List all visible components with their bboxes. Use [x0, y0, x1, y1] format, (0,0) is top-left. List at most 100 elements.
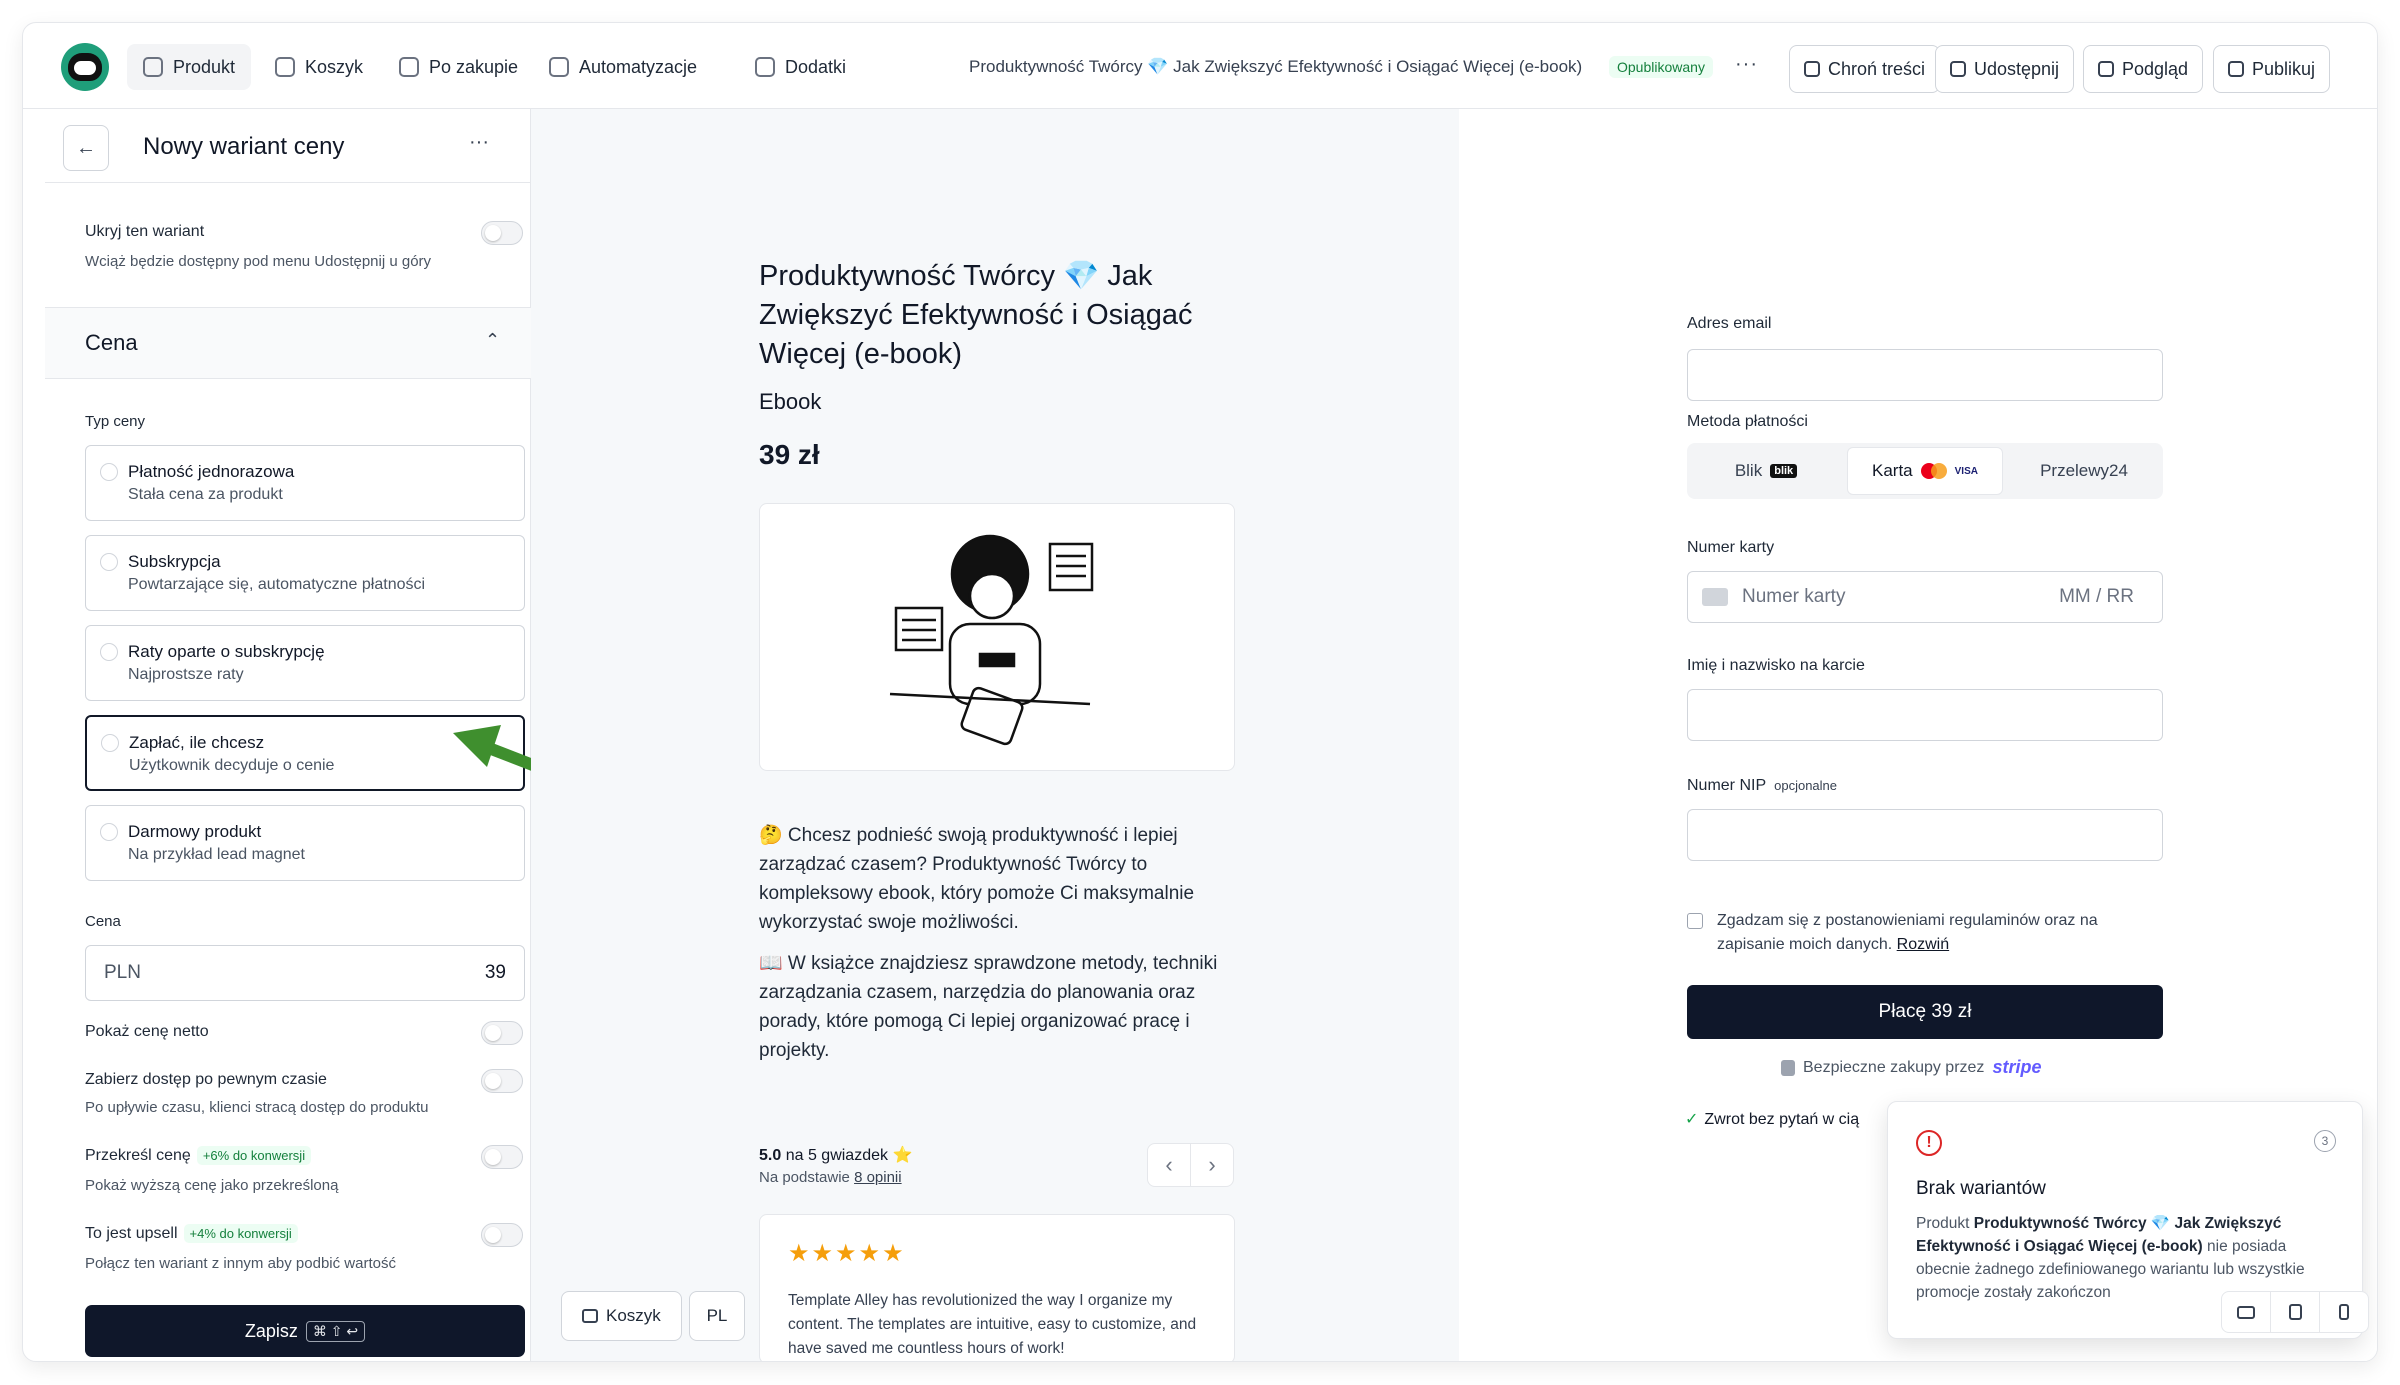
- upsell-row: To jest upsell +4% do konwersji: [85, 1224, 298, 1243]
- strike-price-sub: Pokaż wyższą cenę jako przekreśloną: [85, 1177, 339, 1194]
- tab-po-zakupie[interactable]: Po zakupie: [383, 44, 534, 90]
- strike-price-toggle[interactable]: [481, 1145, 523, 1169]
- price-type-installments[interactable]: Raty oparte o subskrypcję Najprostsze rat…: [85, 625, 525, 701]
- consent-checkbox[interactable]: [1687, 913, 1703, 929]
- nip-field[interactable]: [1687, 809, 2163, 861]
- net-price-toggle[interactable]: [481, 1021, 523, 1045]
- lock-icon: [1781, 1059, 1795, 1076]
- cart-icon: [582, 1309, 598, 1323]
- box-icon: [143, 57, 163, 77]
- pay-button[interactable]: Płacę 39 zł: [1687, 985, 2163, 1039]
- radio-icon: [100, 553, 118, 571]
- hide-variant-label: Ukryj ten wariant: [85, 223, 205, 240]
- hide-variant-sub: Wciąż będzie dostępny pod menu Udostępni…: [85, 253, 432, 270]
- revoke-access-sub: Po upływie czasu, klienci stracą dostęp …: [85, 1099, 429, 1116]
- tab-koszyk[interactable]: Koszyk: [259, 44, 379, 90]
- cart-icon: [275, 57, 295, 77]
- price-input[interactable]: PLN 39: [85, 945, 525, 1001]
- conversion-badge: +4% do konwersji: [183, 1224, 298, 1243]
- panel-more-button[interactable]: ···: [469, 131, 489, 154]
- visa-icon: VISA: [1954, 465, 1978, 477]
- nip-label: Numer NIP: [1687, 777, 1767, 794]
- price-type-one-time[interactable]: Płatność jednorazowa Stała cena za produk…: [85, 445, 525, 521]
- panel-header: ← Nowy wariant ceny ···: [45, 109, 530, 183]
- tab-dodatki[interactable]: Dodatki: [739, 44, 862, 90]
- check-icon: ✓: [1685, 1111, 1699, 1128]
- payment-method-tabs: Blik blik Karta VISA Przelewy24: [1687, 443, 2163, 499]
- preview-description-1: 🤔 Chcesz podnieść swoją produktywność i …: [759, 825, 1195, 933]
- rating-source: Na podstawie 8 opinii: [759, 1169, 902, 1186]
- revoke-access-label: Zabierz dostęp po pewnym czasie: [85, 1071, 327, 1088]
- hide-variant-toggle[interactable]: [481, 221, 523, 245]
- save-button[interactable]: Zapisz ⌘ ⇧ ↩: [85, 1305, 525, 1357]
- tablet-view-button[interactable]: [2271, 1292, 2320, 1332]
- revoke-access-toggle[interactable]: [481, 1069, 523, 1093]
- desktop-icon: [2237, 1305, 2255, 1319]
- external-link-icon: [2098, 61, 2114, 77]
- refund-note: ✓ Zwrot bez pytań w cią: [1685, 1111, 1860, 1128]
- desktop-view-button[interactable]: [2222, 1292, 2271, 1332]
- language-button[interactable]: PL: [689, 1291, 745, 1341]
- logo[interactable]: [61, 43, 109, 91]
- radio-icon: [100, 823, 118, 841]
- mobile-view-button[interactable]: [2320, 1292, 2368, 1332]
- mobile-icon: [2339, 1304, 2349, 1320]
- chevron-up-icon: ⌃: [485, 330, 501, 350]
- tab-produkt[interactable]: Produkt: [127, 44, 252, 90]
- stripe-logo: stripe: [1992, 1057, 2042, 1077]
- cardholder-label: Imię i nazwisko na karcie: [1687, 657, 1865, 674]
- preview-description-2: 📖 W książce znajdziesz sprawdzone metody…: [759, 953, 1218, 1061]
- keyboard-shortcut: ⌘ ⇧ ↩: [305, 1320, 366, 1342]
- consent-expand-link[interactable]: Rozwiń: [1897, 936, 1949, 953]
- card-number-field[interactable]: Numer karty MM / RR: [1687, 571, 2163, 623]
- panel-title: Nowy wariant ceny: [143, 133, 345, 160]
- tab-automatyzacje[interactable]: Automatyzacje: [533, 44, 713, 90]
- email-field[interactable]: [1687, 349, 2163, 401]
- notification-count-badge: 3: [2314, 1130, 2336, 1152]
- notification-title: Brak wariantów: [1916, 1178, 2046, 1199]
- price-type-subscription[interactable]: Subskrypcja Powtarzające się, automatyczn…: [85, 535, 525, 611]
- nip-row: Numer NIP opcjonalne: [1687, 777, 1837, 795]
- chevron-right-icon: ›: [1208, 1152, 1216, 1177]
- protect-content-button[interactable]: Chroń treści: [1789, 45, 1941, 93]
- currency-label: PLN: [104, 962, 141, 983]
- email-label: Adres email: [1687, 315, 1772, 332]
- lock-icon: [1804, 61, 1820, 77]
- cart-button[interactable]: Koszyk: [561, 1291, 682, 1341]
- price-value: 39: [484, 962, 506, 983]
- upsell-sub: Połącz ten wariant z innym aby podbić wa…: [85, 1255, 396, 1272]
- product-illustration: [759, 503, 1235, 771]
- top-bar: Produkt Koszyk Po zakupie Automatyzacje …: [23, 23, 2377, 109]
- blik-logo-icon: blik: [1770, 464, 1798, 478]
- mastercard-icon: [1920, 463, 1947, 479]
- radio-icon: [101, 734, 119, 752]
- arrow-left-icon: ←: [76, 136, 96, 159]
- upsell-label: To jest upsell: [85, 1225, 178, 1242]
- back-button[interactable]: ←: [63, 125, 109, 171]
- app-window: Produkt Koszyk Po zakupie Automatyzacje …: [22, 22, 2378, 1362]
- flow-icon: [549, 57, 569, 77]
- share-button[interactable]: Udostępnij: [1935, 45, 2075, 93]
- preview-button[interactable]: Podgląd: [2083, 45, 2204, 93]
- strike-price-label: Przekreśl cenę: [85, 1147, 191, 1164]
- price-section-header[interactable]: Cena ⌃: [45, 307, 531, 379]
- more-menu-button[interactable]: ···: [1735, 53, 1758, 76]
- share-icon: [1950, 61, 1966, 77]
- publish-button[interactable]: Publikuj: [2213, 45, 2331, 93]
- payment-tab-card[interactable]: Karta VISA: [1847, 447, 2003, 495]
- reviews-link[interactable]: 8 opinii: [854, 1169, 902, 1186]
- cardholder-field[interactable]: [1687, 689, 2163, 741]
- payment-tab-blik[interactable]: Blik blik: [1691, 447, 1841, 495]
- price-label: Cena: [85, 913, 121, 930]
- consent-text: Zgadzam się z postanowieniami regulaminó…: [1717, 912, 2098, 953]
- radio-icon: [100, 643, 118, 661]
- status-badge: Opublikowany: [1609, 56, 1713, 78]
- upsell-toggle[interactable]: [481, 1223, 523, 1247]
- preview-product-type: Ebook: [759, 389, 822, 414]
- plus-icon: [755, 57, 775, 77]
- prev-review-button[interactable]: ‹: [1147, 1143, 1191, 1187]
- strike-price-row: Przekreśl cenę +6% do konwersji: [85, 1146, 312, 1165]
- next-review-button[interactable]: ›: [1190, 1143, 1234, 1187]
- payment-tab-przelewy24[interactable]: Przelewy24: [2009, 447, 2159, 495]
- payment-method-label: Metoda płatności: [1687, 413, 1808, 430]
